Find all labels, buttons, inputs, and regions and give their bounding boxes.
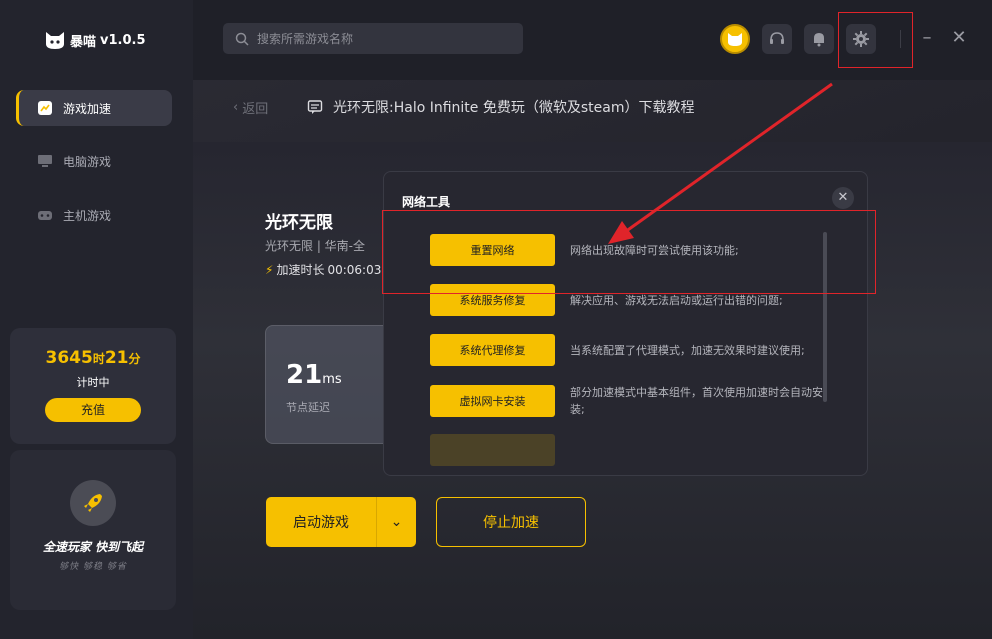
speed-icon — [36, 99, 54, 117]
search-placeholder: 搜索所需游戏名称 — [257, 32, 354, 46]
app-logo: 暴喵 v1.0.5 — [44, 30, 146, 50]
accel-duration: ⚡ 加速时长 00:06:03 — [265, 261, 381, 278]
sidebar-item-console-games[interactable]: 主机游戏 — [16, 197, 169, 233]
ping-number: 21 — [286, 360, 323, 390]
bell-icon — [814, 33, 824, 47]
dialog-title: 网络工具 — [402, 195, 451, 209]
search-icon — [235, 32, 249, 46]
search-input[interactable]: 搜索所需游戏名称 — [223, 23, 523, 54]
tool-description: 当系统配置了代理模式，加速无效果时建议使用; — [570, 343, 805, 357]
tool-row: 系统代理修复 当系统配置了代理模式，加速无效果时建议使用; — [430, 334, 830, 366]
cat-logo-icon — [46, 32, 64, 49]
app-version: v1.0.5 — [100, 32, 146, 48]
timer-hours-unit: 时 — [92, 352, 105, 366]
timer-value: 3645时21分 — [10, 348, 176, 368]
timer-minutes-unit: 分 — [128, 352, 141, 366]
rocket-icon — [70, 480, 116, 526]
promo-card: 全速玩家 快到飞起 够快 够稳 够省 — [10, 450, 176, 610]
game-title: 光环无限 — [265, 213, 333, 233]
game-server: 光环无限 | 华南-全 — [265, 239, 366, 253]
repair-system-proxy-button[interactable]: 系统代理修复 — [430, 334, 555, 366]
sidebar-item-game-accel[interactable]: 游戏加速 — [16, 90, 172, 126]
accel-time-value: 00:06:03 — [327, 262, 382, 277]
back-button[interactable]: ‹ 返回 — [233, 98, 268, 117]
timer-card: 3645时21分 计时中 充值 — [10, 328, 176, 444]
highlight-box — [382, 210, 876, 294]
recharge-button[interactable]: 充值 — [45, 398, 141, 422]
timer-minutes: 21 — [104, 348, 129, 368]
install-virtual-nic-button[interactable]: 虚拟网卡安装 — [430, 385, 555, 417]
promo-title: 全速玩家 快到飞起 — [42, 540, 144, 554]
close-icon[interactable]: ✕ — [949, 28, 969, 48]
cat-avatar-icon — [728, 33, 742, 46]
monitor-icon — [36, 152, 54, 170]
message-icon — [307, 100, 323, 114]
support-button[interactable] — [762, 24, 792, 54]
settings-highlight-box — [838, 12, 913, 68]
start-game-label: 启动游戏 — [293, 515, 349, 531]
gamepad-icon — [36, 206, 54, 224]
start-game-button[interactable]: 启动游戏 ⌄ — [266, 497, 416, 547]
sidebar-item-label: 游戏加速 — [63, 101, 112, 116]
sidebar-item-pc-games[interactable]: 电脑游戏 — [16, 143, 169, 179]
tool-description: 部分加速模式中基本组件，首次使用加速时会自动安装; — [570, 386, 823, 416]
stop-accel-button[interactable]: 停止加速 — [436, 497, 586, 547]
article-title: 光环无限:Halo Infinite 免费玩（微软及steam）下载教程 — [333, 100, 695, 116]
tool-row: 虚拟网卡安装 部分加速模式中基本组件，首次使用加速时会自动安装; — [430, 384, 830, 418]
sidebar: 暴喵 v1.0.5 游戏加速 电脑游戏 主机游戏 3645时21分 计时中 充值… — [0, 0, 193, 639]
ping-value: 21ms — [286, 360, 342, 390]
headset-icon — [770, 32, 784, 44]
tool-row-faded — [430, 434, 555, 466]
ping-unit: ms — [322, 372, 342, 387]
accel-label: 加速时长 — [276, 263, 325, 277]
back-label: 返回 — [242, 102, 269, 117]
chevron-left-icon: ‹ — [233, 100, 239, 115]
page-title: 光环无限:Halo Infinite 免费玩（微软及steam）下载教程 — [307, 97, 694, 117]
chevron-down-icon[interactable]: ⌄ — [377, 514, 416, 530]
promo-subtitle: 够快 够稳 够省 — [59, 562, 127, 572]
app-name: 暴喵 — [70, 34, 97, 50]
timer-hours: 3645 — [45, 348, 93, 368]
sidebar-item-label: 电脑游戏 — [63, 154, 112, 169]
ping-card: 21ms 节点延迟 — [265, 325, 397, 444]
close-icon[interactable]: ✕ — [832, 187, 854, 209]
more-tool-button[interactable] — [430, 434, 555, 466]
ping-label: 节点延迟 — [286, 401, 330, 414]
minimize-button[interactable]: – — [917, 28, 937, 48]
avatar[interactable] — [720, 24, 750, 54]
tool-description: 解决应用、游戏无法启动或运行出错的问题; — [570, 293, 783, 307]
lightning-icon: ⚡ — [265, 262, 274, 277]
notification-button[interactable] — [804, 24, 834, 54]
timer-status: 计时中 — [76, 376, 110, 389]
sidebar-item-label: 主机游戏 — [63, 208, 112, 223]
